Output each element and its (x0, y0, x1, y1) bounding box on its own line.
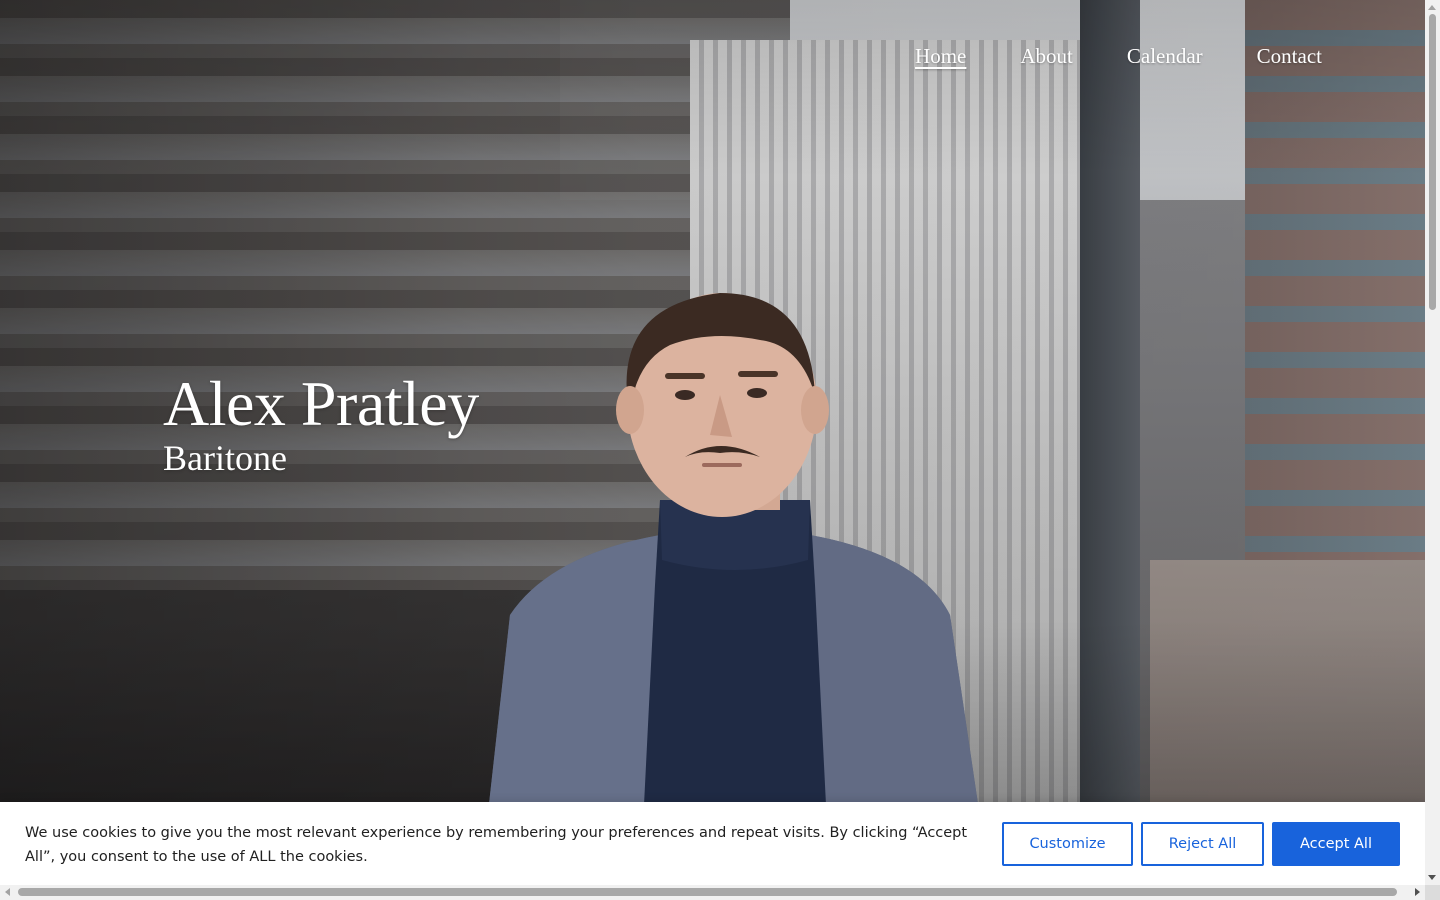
nav-home-link[interactable]: Home (915, 44, 966, 69)
horizontal-scrollbar[interactable] (0, 885, 1425, 900)
scrollbar-corner (1425, 885, 1440, 900)
vertical-scrollbar-thumb[interactable] (1429, 14, 1436, 310)
scroll-up-arrow-icon[interactable] (1428, 5, 1436, 10)
customize-button[interactable]: Customize (1002, 822, 1133, 866)
scroll-left-arrow-icon[interactable] (5, 888, 10, 896)
horizontal-scrollbar-thumb[interactable] (18, 888, 1397, 896)
page: Home About Calendar Contact Alex Pratley… (0, 0, 1440, 900)
nav-about-link[interactable]: About (1020, 44, 1073, 69)
portrait-figure (470, 285, 1000, 885)
scroll-down-arrow-icon[interactable] (1428, 875, 1436, 880)
scroll-right-arrow-icon[interactable] (1415, 888, 1420, 896)
nav-calendar-link[interactable]: Calendar (1127, 44, 1203, 69)
hero-subtitle: Baritone (163, 438, 287, 478)
vertical-scrollbar[interactable] (1425, 0, 1440, 885)
hero-name: Alex Pratley (163, 368, 479, 439)
hero-title-block: Alex Pratley Baritone (163, 368, 479, 476)
accept-all-button[interactable]: Accept All (1272, 822, 1400, 866)
reject-all-button[interactable]: Reject All (1141, 822, 1264, 866)
cookie-banner-text: We use cookies to give you the most rele… (25, 825, 968, 865)
main-nav: Home About Calendar Contact (915, 44, 1322, 69)
nav-contact-link[interactable]: Contact (1257, 44, 1322, 69)
cookie-banner: We use cookies to give you the most rele… (0, 802, 1425, 885)
